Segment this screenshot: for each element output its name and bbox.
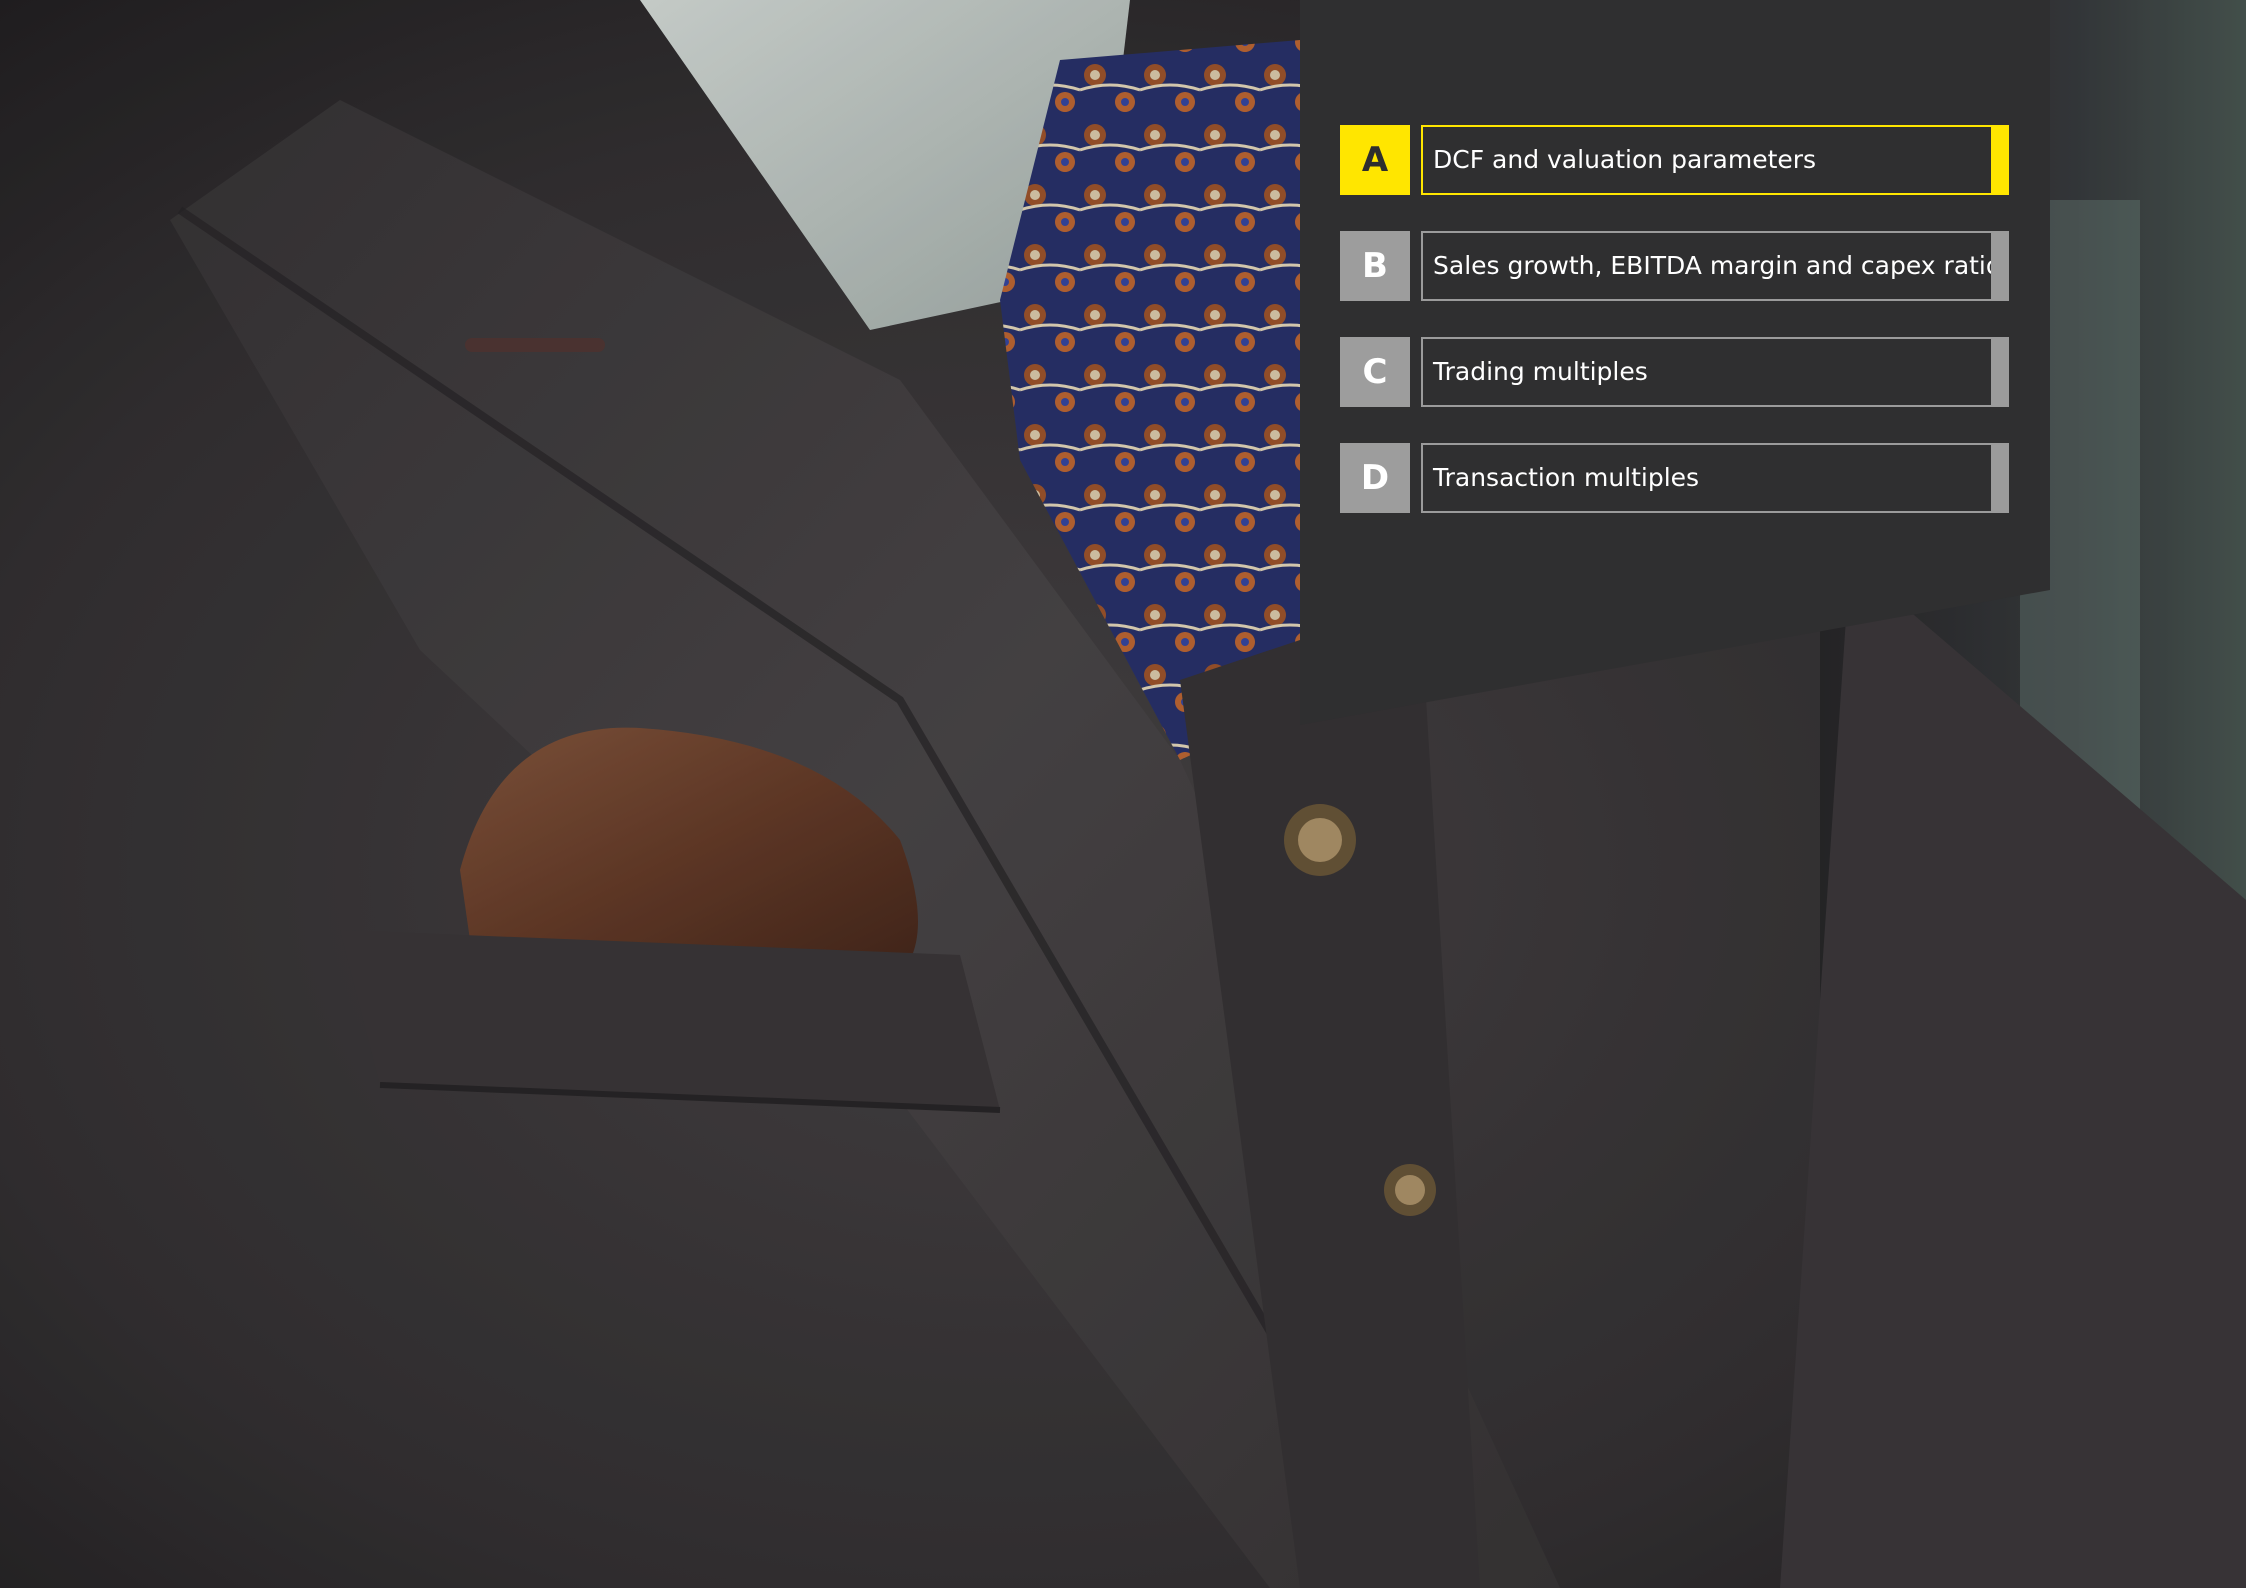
menu-item-c[interactable]: C Trading multiples [1340, 337, 2010, 407]
menu-item-tab [1991, 445, 2007, 511]
menu-item-label-box[interactable]: DCF and valuation parameters [1421, 125, 2009, 195]
menu-item-d[interactable]: D Transaction multiples [1340, 443, 2010, 513]
menu-item-b[interactable]: B Sales growth, EBITDA margin and capex r… [1340, 231, 2010, 301]
menu-item-a[interactable]: A DCF and valuation parameters [1340, 125, 2010, 195]
menu-item-tab [1991, 233, 2007, 299]
page: A DCF and valuation parameters B Sales grow… [0, 0, 2246, 1588]
menu-item-label: Transaction multiples [1433, 463, 1700, 492]
menu-item-letter[interactable]: C [1340, 337, 1410, 407]
menu-item-letter[interactable]: A [1340, 125, 1410, 195]
menu-item-letter[interactable]: B [1340, 231, 1410, 301]
menu-item-label-box[interactable]: Sales growth, EBITDA margin and capex ra… [1421, 231, 2009, 301]
menu-item-tab [1991, 127, 2007, 193]
menu-item-label-box[interactable]: Trading multiples [1421, 337, 2009, 407]
menu-item-label: DCF and valuation parameters [1433, 145, 1817, 174]
menu-item-label: Trading multiples [1433, 357, 1648, 386]
section-menu: A DCF and valuation parameters B Sales grow… [1340, 125, 2010, 549]
menu-item-label-box[interactable]: Transaction multiples [1421, 443, 2009, 513]
menu-item-tab [1991, 339, 2007, 405]
menu-item-label: Sales growth, EBITDA margin and capex ra… [1433, 251, 2002, 280]
menu-item-letter[interactable]: D [1340, 443, 1410, 513]
